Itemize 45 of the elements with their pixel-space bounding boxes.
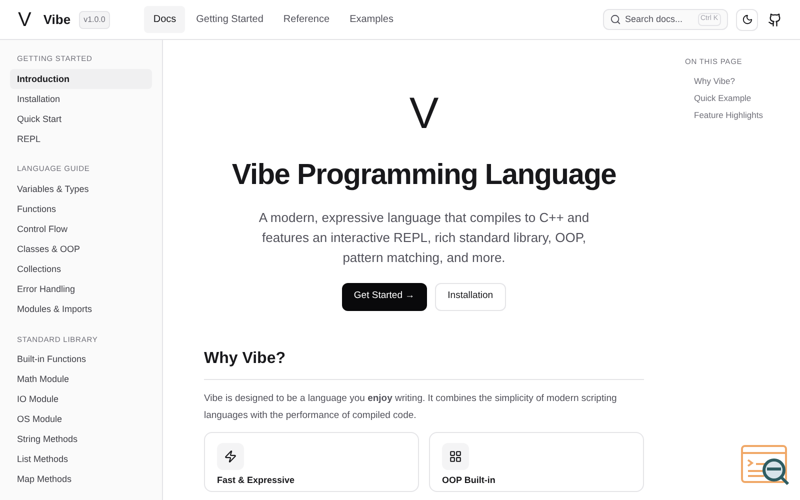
nav-tab[interactable]: Examples (340, 6, 402, 33)
sidebar-item[interactable]: Math Module (10, 370, 152, 390)
intro-paragraph: Vibe is designed to be a language you enjoy writing. It combines the simplicity of modern scripting languages with the performance of compiled code. (204, 392, 618, 422)
installation-button[interactable]: Installation (434, 282, 506, 310)
nav-tab[interactable]: Reference (274, 6, 339, 33)
sidebar-item[interactable]: String Methods (10, 430, 152, 450)
card-title: Fast & Expressive (217, 474, 296, 487)
grid-icon (449, 450, 462, 462)
site-name: Vibe (43, 10, 71, 29)
sidebar-item[interactable]: Map Methods (10, 470, 152, 490)
section-title: Why Vibe? (204, 346, 644, 380)
sidebar-item[interactable]: Quick Start (10, 109, 152, 130)
toc-link[interactable]: Feature Highlights (685, 109, 800, 126)
sidebar-item[interactable]: Installation (10, 89, 152, 110)
hero-subtitle: A modern, expressive language that compiles to C++ and features an interactive REPL, rich standard library, OOP, pattern matching, and more. (258, 208, 590, 267)
sidebar-item[interactable]: REPL (10, 129, 152, 150)
sidebar-item[interactable]: IO Module (10, 390, 152, 410)
logo[interactable]: V (18, 4, 32, 34)
sidebar-item[interactable]: Classes & OOP (10, 240, 152, 260)
sidebar-item[interactable]: Variables & Types (10, 180, 152, 200)
inspect-widget-icon[interactable] (740, 444, 792, 488)
nav-tab[interactable]: Docs (144, 6, 186, 33)
theme-toggle[interactable] (736, 8, 758, 30)
sidebar-item[interactable]: Functions (10, 200, 152, 220)
sidebar-item[interactable]: Control Flow (10, 220, 152, 240)
hero-logo: V (409, 92, 439, 136)
hero-title: Vibe Programming Language (232, 158, 616, 193)
nav-tab[interactable]: Getting Started (187, 6, 272, 33)
version-badge: v1.0.0 (78, 10, 110, 28)
sidebar-item[interactable]: List Methods (10, 450, 152, 470)
lightning-icon (224, 450, 237, 462)
get-started-button[interactable]: Get Started → (342, 282, 427, 310)
sidebar-item[interactable]: Collections (10, 260, 152, 280)
card-title: OOP Built-in (442, 474, 496, 486)
sidebar-item[interactable]: Error Handling (10, 280, 152, 300)
sidebar-item[interactable]: Modules & Imports (10, 300, 152, 320)
github-icon[interactable] (768, 12, 782, 26)
toc-link[interactable]: Quick Example (685, 92, 800, 110)
sidebar-item[interactable]: Built-in Functions (10, 350, 152, 370)
sidebar-item[interactable]: OS Module (10, 410, 152, 430)
moon-icon (742, 14, 752, 25)
search-icon (610, 14, 621, 25)
search-input[interactable]: Search docs... (625, 12, 687, 26)
sidebar-item[interactable]: Introduction (10, 69, 152, 90)
toc-link[interactable]: Why Vibe? (685, 75, 800, 92)
